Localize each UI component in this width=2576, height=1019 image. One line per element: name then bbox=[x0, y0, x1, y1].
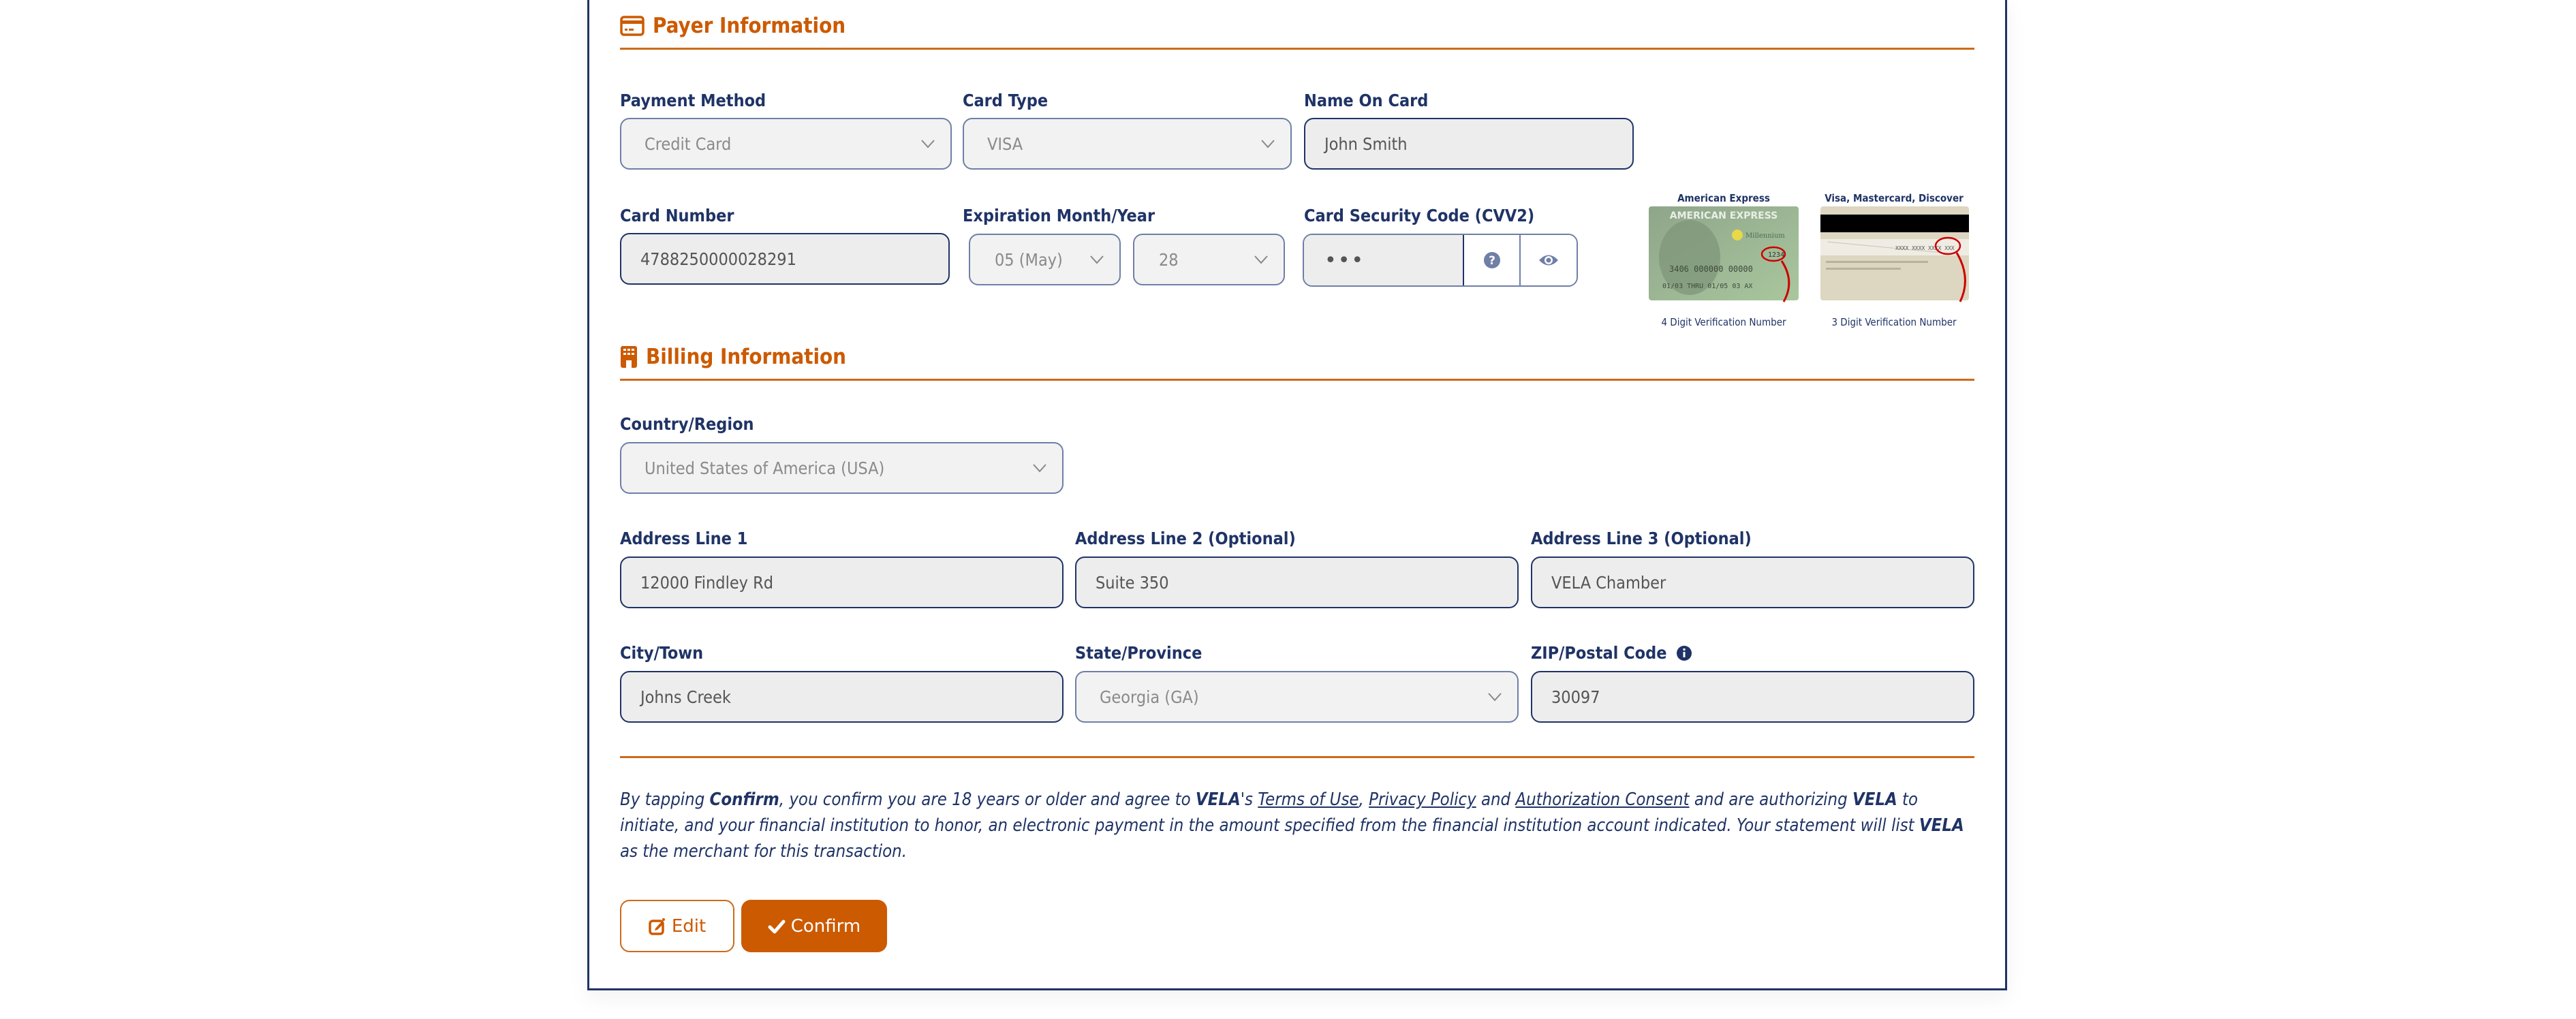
country-select[interactable]: United States of America (USA) bbox=[620, 442, 1064, 494]
confirm-button[interactable]: Confirm bbox=[741, 900, 887, 952]
billing-divider bbox=[620, 379, 1974, 381]
edit-icon bbox=[649, 918, 665, 935]
amex-caption: American Express bbox=[1677, 192, 1770, 204]
state-label: State/Province bbox=[1075, 643, 1202, 663]
city-input[interactable]: Johns Creek bbox=[620, 671, 1064, 723]
chevron-down-icon bbox=[1261, 140, 1275, 148]
expiration-month-select[interactable]: 05 (May) bbox=[969, 234, 1121, 285]
billing-section-title: Billing Information bbox=[620, 345, 846, 369]
edit-label: Edit bbox=[671, 915, 707, 937]
payer-section-title: Payer Information bbox=[620, 14, 845, 38]
cvv-input-group: ••• ? bbox=[1303, 234, 1578, 287]
card-type-label: Card Type bbox=[963, 91, 1049, 110]
consent-text: By tapping Confirm, you confirm you are … bbox=[620, 789, 1964, 862]
eye-icon bbox=[1539, 255, 1559, 266]
zip-input[interactable]: 30097 bbox=[1531, 671, 1974, 723]
cvv-show-toggle[interactable] bbox=[1519, 235, 1577, 285]
name-on-card-label: Name On Card bbox=[1304, 91, 1429, 110]
chevron-down-icon bbox=[1090, 255, 1104, 264]
credit-card-icon bbox=[620, 16, 645, 36]
payment-method-value: Credit Card bbox=[645, 134, 732, 154]
state-select[interactable]: Georgia (GA) bbox=[1075, 671, 1519, 723]
svg-text:3406 000000 00000: 3406 000000 00000 bbox=[1669, 264, 1753, 274]
svg-text:Millennium: Millennium bbox=[1745, 232, 1785, 240]
amex-footer: 4 Digit Verification Number bbox=[1661, 316, 1786, 328]
card-type-value: VISA bbox=[987, 134, 1023, 154]
billing-title: Billing Information bbox=[646, 345, 847, 369]
expiration-year-select[interactable]: 28 bbox=[1133, 234, 1285, 285]
address1-value: 12000 Findley Rd bbox=[640, 572, 774, 593]
payer-title: Payer Information bbox=[653, 14, 846, 38]
state-value: Georgia (GA) bbox=[1100, 687, 1199, 707]
consent-confirm-word: Confirm bbox=[709, 789, 779, 810]
chevron-down-icon bbox=[1033, 464, 1046, 473]
question-circle-icon: ? bbox=[1483, 252, 1500, 268]
zip-value: 30097 bbox=[1551, 687, 1600, 707]
expiration-month-value: 05 (May) bbox=[995, 249, 1063, 270]
visa-caption: Visa, Mastercard, Discover bbox=[1825, 192, 1964, 204]
building-icon bbox=[621, 346, 637, 368]
authorization-consent-link[interactable]: Authorization Consent bbox=[1515, 789, 1689, 810]
svg-text:?: ? bbox=[1489, 254, 1495, 268]
chevron-down-icon bbox=[1254, 255, 1268, 264]
country-value: United States of America (USA) bbox=[645, 458, 885, 478]
card-type-select[interactable]: VISA bbox=[963, 118, 1292, 170]
chevron-down-icon bbox=[921, 140, 935, 148]
cvv-value: ••• bbox=[1324, 248, 1365, 272]
zip-label-row: ZIP/Postal Code bbox=[1531, 643, 1692, 663]
svg-text:AMERICAN EXPRESS: AMERICAN EXPRESS bbox=[1670, 210, 1778, 221]
edit-button[interactable]: Edit bbox=[620, 900, 734, 952]
payment-method-label: Payment Method bbox=[620, 91, 766, 110]
card-number-input[interactable]: 4788250000028291 bbox=[620, 233, 950, 285]
cvv-input[interactable]: ••• bbox=[1304, 235, 1464, 285]
address2-input[interactable]: Suite 350 bbox=[1075, 556, 1519, 608]
svg-text:01/03 THRU 01/05 03 AX: 01/03 THRU 01/05 03 AX bbox=[1662, 283, 1752, 290]
consent-divider bbox=[620, 756, 1974, 758]
city-label: City/Town bbox=[620, 643, 704, 663]
address3-input[interactable]: VELA Chamber bbox=[1531, 556, 1974, 608]
name-on-card-value: John Smith bbox=[1324, 134, 1408, 154]
address2-label: Address Line 2 (Optional) bbox=[1075, 529, 1296, 548]
city-value: Johns Creek bbox=[640, 687, 731, 707]
svg-text:XXXX XXXX XXXX XXX: XXXX XXXX XXXX XXX bbox=[1895, 245, 1955, 251]
terms-of-use-link[interactable]: Terms of Use bbox=[1258, 789, 1359, 810]
country-label: Country/Region bbox=[620, 414, 754, 434]
payment-method-select[interactable]: Credit Card bbox=[620, 118, 952, 170]
name-on-card-input[interactable]: John Smith bbox=[1304, 118, 1634, 170]
chevron-down-icon bbox=[1488, 693, 1502, 702]
confirm-label: Confirm bbox=[790, 915, 861, 937]
amex-card-image: AMERICAN EXPRESS Millennium 1234 3406 00… bbox=[1649, 206, 1800, 303]
address3-value: VELA Chamber bbox=[1551, 572, 1666, 593]
visa-card-back-image: XXXX XXXX XXXX XXX bbox=[1820, 206, 1972, 303]
cvv-help-button[interactable]: ? bbox=[1463, 235, 1520, 285]
cvv-label: Card Security Code (CVV2) bbox=[1304, 206, 1535, 225]
card-number-label: Card Number bbox=[620, 206, 734, 225]
privacy-policy-link[interactable]: Privacy Policy bbox=[1369, 789, 1476, 810]
zip-label: ZIP/Postal Code bbox=[1531, 643, 1667, 663]
address1-label: Address Line 1 bbox=[620, 529, 748, 548]
address3-label: Address Line 3 (Optional) bbox=[1531, 529, 1752, 548]
check-icon bbox=[768, 920, 786, 933]
expiration-year-value: 28 bbox=[1159, 249, 1179, 270]
visa-footer: 3 Digit Verification Number bbox=[1831, 316, 1957, 328]
card-number-value: 4788250000028291 bbox=[640, 249, 796, 269]
address2-value: Suite 350 bbox=[1096, 572, 1169, 593]
payer-divider bbox=[620, 48, 1974, 50]
address1-input[interactable]: 12000 Findley Rd bbox=[620, 556, 1064, 608]
expiration-label: Expiration Month/Year bbox=[963, 206, 1155, 225]
info-circle-icon[interactable] bbox=[1676, 645, 1692, 661]
